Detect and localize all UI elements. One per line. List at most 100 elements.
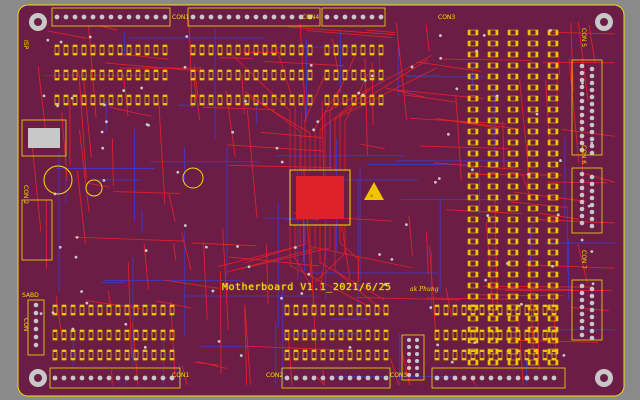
- resistor-pad: [384, 313, 388, 315]
- smd-pad: [515, 206, 518, 211]
- resistor-pad: [357, 350, 361, 352]
- resistor-pad: [163, 53, 167, 55]
- smd-pad: [488, 118, 491, 123]
- smd-pad: [495, 107, 498, 112]
- smd-pad: [528, 96, 531, 101]
- connector-pin: [293, 375, 299, 381]
- smd-pad: [508, 140, 511, 145]
- resistor-pad: [290, 70, 294, 72]
- connector-pin: [108, 14, 114, 20]
- resistor-pad: [507, 358, 511, 360]
- resistor-pad: [136, 103, 140, 105]
- smd-pad: [515, 294, 518, 299]
- resistor-pad: [312, 330, 316, 332]
- via: [357, 91, 361, 95]
- smd-pad: [515, 118, 518, 123]
- smd-pad: [555, 217, 558, 222]
- connector-label-left-3: SABD: [22, 292, 39, 299]
- smd-pad: [475, 41, 478, 46]
- board-author: ak Phung: [410, 286, 439, 293]
- via: [312, 128, 316, 132]
- smd-pad: [535, 85, 538, 90]
- resistor-pad: [348, 338, 352, 340]
- resistor-pad: [118, 103, 122, 105]
- resistor-pad: [170, 358, 174, 360]
- resistor-pad: [227, 45, 231, 47]
- resistor-pad: [303, 338, 307, 340]
- resistor-pad: [480, 305, 484, 307]
- connector-pin: [324, 14, 330, 20]
- via: [429, 306, 433, 310]
- resistor-pad: [375, 305, 379, 307]
- resistor-pad: [339, 305, 343, 307]
- via: [183, 65, 187, 69]
- resistor-pad: [330, 358, 334, 360]
- smd-pad: [515, 107, 518, 112]
- resistor-pad: [366, 313, 370, 315]
- resistor-pad: [366, 330, 370, 332]
- smd-pad: [475, 316, 478, 321]
- via: [42, 94, 46, 98]
- resistor-pad: [552, 313, 556, 315]
- smd-pad: [528, 316, 531, 321]
- smd-pad: [488, 250, 491, 255]
- resistor-pad: [152, 358, 156, 360]
- via: [361, 93, 365, 97]
- smd-pad: [548, 162, 551, 167]
- resistor-pad: [143, 338, 147, 340]
- smd-pad: [488, 85, 491, 90]
- resistor-pad: [98, 338, 102, 340]
- connector-pin: [33, 334, 39, 340]
- resistor-pad: [471, 305, 475, 307]
- resistor-pad: [379, 53, 383, 55]
- connector-pin: [33, 326, 39, 332]
- resistor-pad: [290, 53, 294, 55]
- resistor-pad: [82, 53, 86, 55]
- smd-pad: [528, 327, 531, 332]
- smd-pad: [535, 228, 538, 233]
- smd-pad: [535, 305, 538, 310]
- smd-pad: [468, 41, 471, 46]
- resistor-pad: [370, 95, 374, 97]
- smd-pad: [555, 107, 558, 112]
- connector-pin: [579, 84, 585, 90]
- resistor-pad: [89, 305, 93, 307]
- resistor-pad: [471, 358, 475, 360]
- via: [183, 224, 187, 227]
- smd-pad: [475, 228, 478, 233]
- connector-pin: [506, 375, 512, 381]
- smd-pad: [495, 261, 498, 266]
- smd-pad: [468, 239, 471, 244]
- smd-pad: [555, 173, 558, 178]
- smd-pad: [495, 283, 498, 288]
- smd-pad: [515, 250, 518, 255]
- smd-pad: [508, 294, 511, 299]
- resistor-pad: [435, 358, 439, 360]
- via: [378, 253, 381, 256]
- smd-pad: [495, 338, 498, 343]
- via: [410, 65, 414, 69]
- resistor-pad: [107, 305, 111, 307]
- connector-pin: [347, 375, 353, 381]
- resistor-pad: [462, 313, 466, 315]
- smd-pad: [555, 250, 558, 255]
- connector-pin: [226, 14, 232, 20]
- resistor-pad: [209, 78, 213, 80]
- resistor-pad: [334, 78, 338, 80]
- resistor-pad: [285, 330, 289, 332]
- resistor-pad: [498, 313, 502, 315]
- smd-pad: [508, 74, 511, 79]
- resistor-pad: [154, 70, 158, 72]
- via: [145, 123, 149, 126]
- resistor-pad: [118, 95, 122, 97]
- smd-pad: [548, 316, 551, 321]
- smd-pad: [548, 63, 551, 68]
- smd-pad: [515, 96, 518, 101]
- resistor-pad: [435, 330, 439, 332]
- smd-pad: [555, 360, 558, 365]
- connector-pin: [72, 14, 78, 20]
- resistor-pad: [100, 70, 104, 72]
- resistor-pad: [489, 358, 493, 360]
- resistor-pad: [543, 350, 547, 352]
- resistor-pad: [71, 305, 75, 307]
